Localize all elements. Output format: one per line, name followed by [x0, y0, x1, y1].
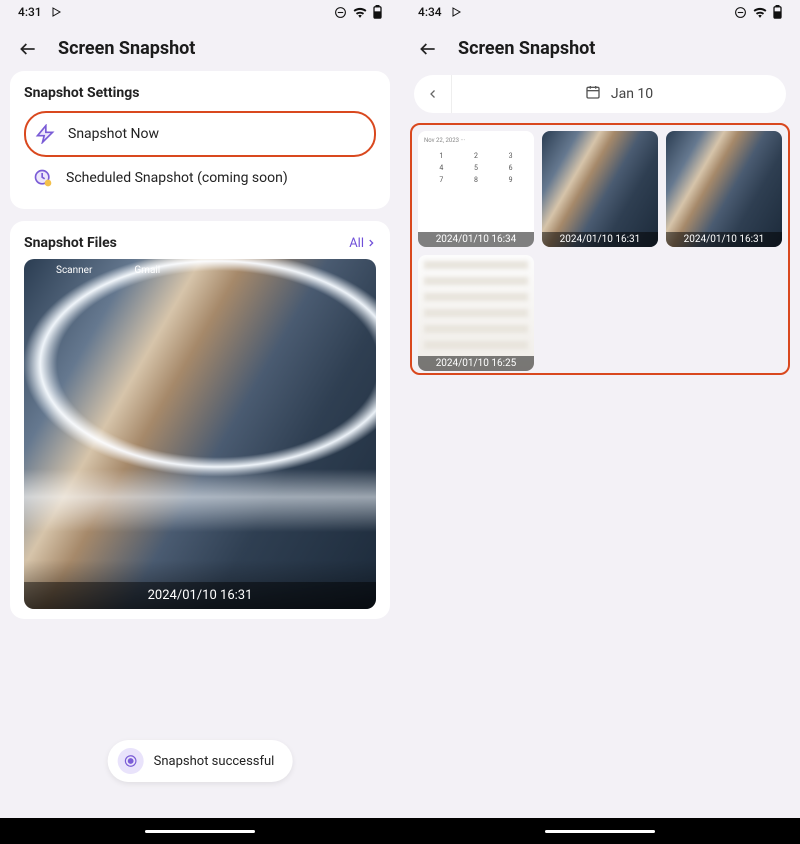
lightning-icon	[34, 123, 56, 145]
thumb-timestamp: 2024/01/10 16:25	[418, 356, 534, 371]
all-files-link[interactable]: All	[349, 236, 376, 251]
page-title: Screen Snapshot	[58, 38, 195, 59]
preview-app-label: Scanner	[56, 265, 92, 276]
files-card: Snapshot Files All Scanner Gmail 2024/01…	[10, 221, 390, 619]
nav-handle[interactable]	[145, 830, 255, 833]
date-prev-button[interactable]	[414, 75, 452, 113]
snapshot-gallery: Nov 22, 2023 ··· 123 456 789 2024/01/10 …	[410, 123, 790, 375]
status-time: 4:31	[18, 5, 42, 19]
snapshot-now-button[interactable]: Snapshot Now	[24, 111, 376, 157]
snapshot-thumb[interactable]: 2024/01/10 16:31	[542, 131, 658, 247]
settings-card: Snapshot Settings Snapshot Now Scheduled…	[10, 71, 390, 209]
date-picker[interactable]: Jan 10	[452, 84, 786, 104]
back-button[interactable]	[418, 39, 438, 59]
phone-left: 4:31 Screen Snapshot Snapshot Settings S…	[0, 0, 400, 844]
wifi-icon	[353, 6, 367, 18]
scheduled-snapshot-row: Scheduled Snapshot (coming soon)	[24, 157, 376, 199]
thumb-timestamp: 2024/01/10 16:31	[542, 232, 658, 247]
battery-icon	[773, 5, 782, 19]
calendar-icon	[585, 84, 601, 104]
header: Screen Snapshot	[400, 24, 800, 71]
preview-timestamp: 2024/01/10 16:31	[24, 582, 376, 609]
date-navigator: Jan 10	[414, 75, 786, 113]
dnd-icon	[334, 6, 347, 19]
toast-icon	[118, 748, 144, 774]
files-heading: Snapshot Files	[24, 235, 117, 251]
battery-icon	[373, 5, 382, 19]
toast-text: Snapshot successful	[154, 754, 275, 769]
snapshot-thumb[interactable]: 2024/01/10 16:25	[418, 255, 534, 371]
snapshot-preview[interactable]: Scanner Gmail 2024/01/10 16:31	[24, 259, 376, 609]
date-label: Jan 10	[611, 86, 653, 102]
snapshot-thumb[interactable]: Nov 22, 2023 ··· 123 456 789 2024/01/10 …	[418, 131, 534, 247]
phone-right: 4:34 Screen Snapshot Jan 10	[400, 0, 800, 844]
wifi-icon	[753, 6, 767, 18]
page-title: Screen Snapshot	[458, 38, 595, 59]
thumb-timestamp: 2024/01/10 16:31	[666, 232, 782, 247]
nav-bar	[0, 818, 400, 844]
clock-icon	[32, 167, 54, 189]
back-button[interactable]	[18, 39, 38, 59]
preview-app-label: Gmail	[134, 265, 160, 276]
status-bar: 4:34	[400, 0, 800, 24]
play-store-icon	[50, 6, 62, 18]
toast: Snapshot successful	[108, 740, 293, 782]
play-store-icon	[450, 6, 462, 18]
status-time: 4:34	[418, 5, 442, 19]
dnd-icon	[734, 6, 747, 19]
snapshot-thumb[interactable]: 2024/01/10 16:31	[666, 131, 782, 247]
scheduled-label: Scheduled Snapshot (coming soon)	[66, 170, 288, 186]
snapshot-now-label: Snapshot Now	[68, 126, 159, 142]
status-bar: 4:31	[0, 0, 400, 24]
nav-bar	[400, 818, 800, 844]
thumb-timestamp: 2024/01/10 16:34	[418, 232, 534, 247]
nav-handle[interactable]	[545, 830, 655, 833]
settings-heading: Snapshot Settings	[24, 85, 376, 101]
header: Screen Snapshot	[0, 24, 400, 71]
